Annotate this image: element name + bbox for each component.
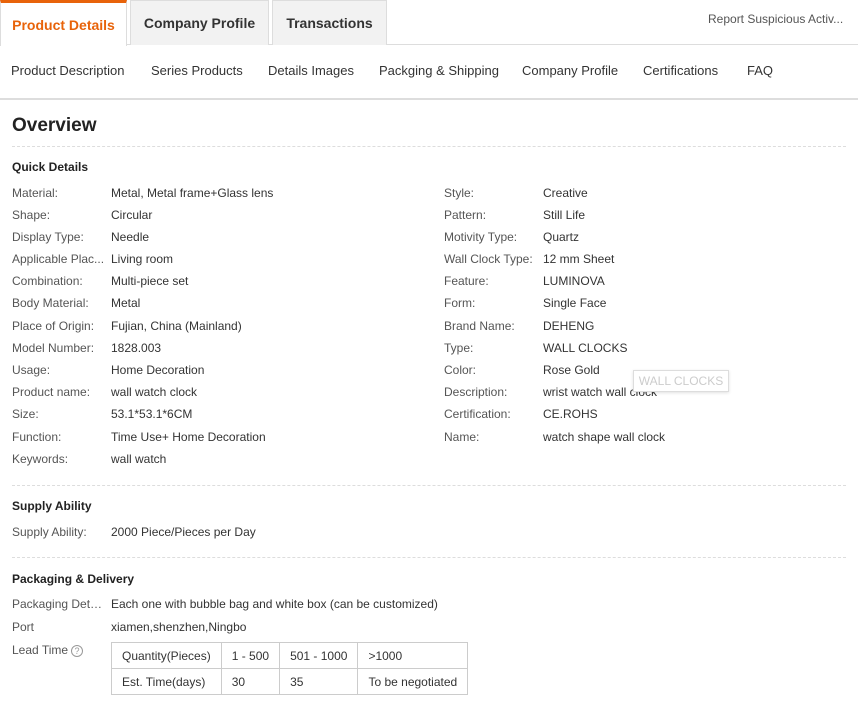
detail-key: Supply Ability:: [12, 525, 87, 539]
packaging-delivery-title: Packaging & Delivery: [12, 572, 135, 586]
report-suspicious-activity-link[interactable]: Report Suspicious Activ...: [708, 12, 848, 26]
detail-value: Time Use+ Home Decoration: [111, 430, 266, 444]
detail-key: Combination:: [12, 274, 83, 288]
detail-value: xiamen,shenzhen,Ningbo: [111, 620, 247, 634]
detail-value: Needle: [111, 230, 150, 244]
detail-key: Port: [12, 620, 35, 634]
detail-value: watch shape wall clock: [543, 430, 666, 444]
quick-details-title: Quick Details: [12, 160, 89, 174]
detail-key: Body Material:: [12, 296, 89, 310]
detail-key: Pattern:: [444, 208, 487, 222]
detail-key: Applicable Plac...: [12, 252, 105, 266]
detail-value: wall watch clock: [111, 385, 198, 399]
overview-title: Overview: [12, 115, 97, 136]
table-row: Quantity(Pieces) 1 - 500 501 - 1000 >100…: [111, 642, 469, 669]
detail-key: Style:: [444, 186, 475, 200]
detail-value: Fujian, China (Mainland): [111, 319, 242, 333]
detail-key: Wall Clock Type:: [444, 252, 533, 266]
hover-tooltip: WALL CLOCKS: [633, 370, 729, 392]
detail-key: Form:: [444, 296, 476, 310]
detail-key: Motivity Type:: [444, 230, 518, 244]
table-cell: 35: [279, 668, 359, 695]
detail-value: 12 mm Sheet: [543, 252, 615, 266]
detail-value: CE.ROHS: [543, 407, 598, 421]
detail-key: Size:: [12, 407, 39, 421]
detail-key: Lead Time?: [12, 643, 108, 657]
subnav-details-images[interactable]: Details Images: [268, 63, 354, 78]
detail-key: Name:: [444, 430, 480, 444]
top-tab-bar: Product Details Company Profile Transact…: [0, 0, 858, 46]
detail-key: Feature:: [444, 274, 489, 288]
detail-key: Description:: [444, 385, 508, 399]
detail-value: DEHENG: [543, 319, 595, 333]
subnav-product-description[interactable]: Product Description: [11, 63, 124, 78]
supply-ability-title: Supply Ability: [12, 499, 92, 513]
detail-key: Shape:: [12, 208, 51, 222]
table-row: Est. Time(days) 30 35 To be negotiated: [111, 668, 469, 695]
subnav-packaging-shipping[interactable]: Packging & Shipping: [379, 63, 499, 78]
subnav-company-profile[interactable]: Company Profile: [522, 63, 618, 78]
detail-key: Material:: [12, 186, 59, 200]
detail-value: WALL CLOCKS: [543, 341, 628, 355]
detail-key: Certification:: [444, 407, 511, 421]
detail-value: Creative: [543, 186, 588, 200]
help-icon[interactable]: ?: [71, 644, 84, 657]
lead-time-label: Lead Time: [12, 643, 69, 657]
table-cell: Est. Time(days): [111, 668, 222, 695]
divider: [12, 146, 846, 147]
table-cell: >1000: [357, 642, 469, 669]
detail-value: Metal: [111, 296, 141, 310]
detail-key: Usage:: [12, 363, 51, 377]
tab-transactions[interactable]: Transactions: [272, 0, 387, 45]
detail-value: Multi-piece set: [111, 274, 189, 288]
detail-key: Keywords:: [12, 452, 69, 466]
tab-company-profile[interactable]: Company Profile: [130, 0, 269, 45]
table-cell: 501 - 1000: [279, 642, 359, 669]
detail-key: Type:: [444, 341, 474, 355]
divider: [12, 485, 846, 486]
detail-value: Quartz: [543, 230, 580, 244]
detail-key: Display Type:: [12, 230, 84, 244]
subnav-certifications[interactable]: Certifications: [643, 63, 718, 78]
detail-key: Brand Name:: [444, 319, 515, 333]
detail-value: Home Decoration: [111, 363, 205, 377]
detail-key: Place of Origin:: [12, 319, 95, 333]
table-cell: 1 - 500: [220, 642, 281, 669]
detail-key: Model Number:: [12, 341, 95, 355]
detail-value: 53.1*53.1*6CM: [111, 407, 193, 421]
subnav-faq[interactable]: FAQ: [747, 63, 773, 78]
section-subnav: Product Description Series Products Deta…: [0, 45, 858, 100]
detail-value: LUMINOVA: [543, 274, 605, 288]
subnav-series-products[interactable]: Series Products: [151, 63, 243, 78]
lead-time-table: Quantity(Pieces) 1 - 500 501 - 1000 >100…: [111, 642, 469, 695]
detail-value: 1828.003: [111, 341, 162, 355]
detail-value: 2000 Piece/Pieces per Day: [111, 525, 256, 539]
detail-value: Circular: [111, 208, 153, 222]
detail-value: Each one with bubble bag and white box (…: [111, 597, 438, 611]
detail-value: Metal, Metal frame+Glass lens: [111, 186, 274, 200]
table-cell: Quantity(Pieces): [111, 642, 222, 669]
detail-value: wall watch: [111, 452, 167, 466]
detail-key: Product name:: [12, 385, 91, 399]
detail-key: Packaging Details: [12, 597, 108, 611]
table-cell: To be negotiated: [357, 668, 469, 695]
detail-value: Single Face: [543, 296, 607, 310]
detail-value: Living room: [111, 252, 174, 266]
table-cell: 30: [220, 668, 281, 695]
tab-product-details[interactable]: Product Details: [0, 0, 127, 46]
divider: [12, 557, 846, 558]
detail-value: Rose Gold: [543, 363, 600, 377]
detail-key: Color:: [444, 363, 477, 377]
detail-value: Still Life: [543, 208, 586, 222]
detail-key: Function:: [12, 430, 62, 444]
